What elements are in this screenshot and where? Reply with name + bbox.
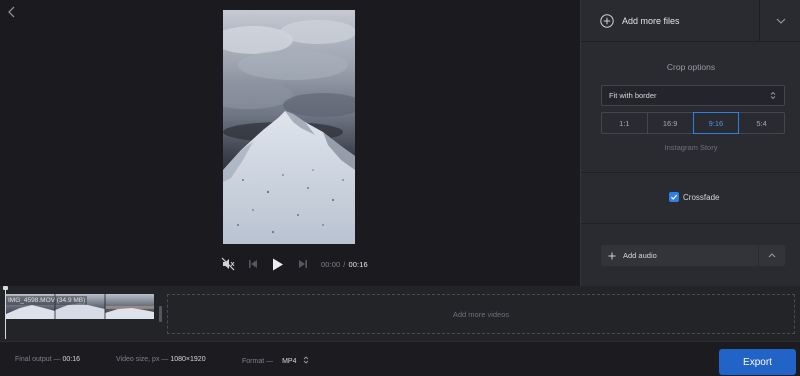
playhead[interactable] <box>5 287 6 339</box>
crossfade-label: Crossfade <box>683 192 720 202</box>
chevron-left-icon <box>8 6 15 18</box>
ratio-caption: Instagram Story <box>664 143 718 152</box>
divider <box>581 223 800 224</box>
crossfade-checkbox[interactable] <box>669 192 679 202</box>
timeline: IMG_4598.MOV (34.9 MB) Add more videos <box>0 286 800 341</box>
skip-next-icon <box>299 260 307 268</box>
crossfade-toggle[interactable]: Crossfade <box>669 192 719 202</box>
clip-trim-handle[interactable] <box>159 306 162 322</box>
format-stat: Format — MP4 <box>242 356 309 365</box>
video-size-value: 1080×1920 <box>170 356 206 363</box>
add-audio-button[interactable]: Add audio <box>601 245 758 266</box>
add-more-files-button[interactable]: Add more files <box>581 0 759 41</box>
settings-panel: Add more files Crop options Fit with bor… <box>580 0 800 286</box>
divider <box>581 172 800 173</box>
video-size-label: Video size, px — <box>116 356 169 363</box>
ratio-16-9[interactable]: 16:9 <box>646 112 694 134</box>
duration: 00:16 <box>348 259 368 269</box>
chevron-up-icon <box>768 253 776 258</box>
format-select[interactable]: MP4 <box>275 356 309 365</box>
plus-circle-icon <box>600 13 614 28</box>
final-output-stat: Final output — 00:16 <box>15 356 80 363</box>
add-files-bar: Add more files <box>581 0 800 42</box>
skip-previous-icon <box>249 260 257 268</box>
up-down-caret-icon <box>766 91 780 100</box>
clip-name: IMG_4598.MOV (34.9 MB) <box>6 296 88 305</box>
bottom-bar: Final output — 00:16 Video size, px — 10… <box>0 341 800 376</box>
crop-mode-select[interactable]: Fit with border <box>601 85 785 106</box>
next-button[interactable] <box>296 257 310 271</box>
previous-button[interactable] <box>246 257 260 271</box>
aspect-ratio-selector: 1:1 16:9 9:16 5:4 <box>601 112 785 134</box>
speaker-muted-icon <box>221 257 235 271</box>
add-more-videos-dropzone[interactable]: Add more videos <box>167 294 795 334</box>
back-button[interactable] <box>5 4 19 20</box>
up-down-caret-icon <box>304 356 309 364</box>
final-output-value: 00:16 <box>62 356 81 363</box>
export-button[interactable]: Export <box>719 349 796 375</box>
format-label: Format — <box>242 358 274 365</box>
time-separator: / <box>343 259 346 269</box>
add-audio-label: Add audio <box>623 251 657 260</box>
crop-options-title: Crop options <box>666 62 716 72</box>
current-time: 00:00 <box>321 259 341 269</box>
play-icon <box>273 258 283 270</box>
audio-collapse-toggle[interactable] <box>759 245 785 266</box>
preview-area: 00:00/00:16 <box>0 0 580 286</box>
add-files-dropdown-toggle[interactable] <box>759 0 800 41</box>
player-controls: 00:00/00:16 <box>220 254 368 274</box>
time-display: 00:00/00:16 <box>321 260 368 269</box>
chevron-down-icon <box>776 18 785 24</box>
plus-icon <box>608 252 616 259</box>
play-button[interactable] <box>270 256 286 272</box>
ratio-5-4[interactable]: 5:4 <box>738 112 785 134</box>
add-files-label: Add more files <box>622 15 680 26</box>
check-icon <box>670 194 678 200</box>
ratio-1-1[interactable]: 1:1 <box>601 112 648 134</box>
crop-mode-value: Fit with border <box>609 91 657 100</box>
video-preview <box>223 10 355 244</box>
ratio-9-16[interactable]: 9:16 <box>692 112 740 134</box>
mute-button[interactable] <box>220 256 236 272</box>
final-output-label: Final output — <box>15 356 61 363</box>
playhead-knob[interactable] <box>3 286 8 290</box>
video-size-stat: Video size, px — 1080×1920 <box>116 356 206 363</box>
video-crop-app: 00:00/00:16 Add more files Crop options … <box>0 0 800 376</box>
format-value: MP4 <box>282 358 297 365</box>
